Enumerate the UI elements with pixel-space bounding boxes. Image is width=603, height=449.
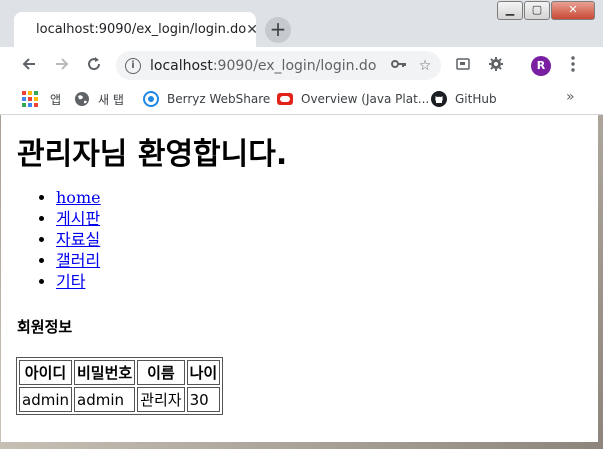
reload-icon[interactable] <box>83 55 105 77</box>
cell-age: 30 <box>186 387 221 412</box>
menu-item: 갤러리 <box>56 250 101 271</box>
cast-icon[interactable] <box>453 56 473 76</box>
tab-title: localhost:9090/ex_login/login.do <box>36 22 247 37</box>
menu-link-etc[interactable]: 기타 <box>56 272 85 291</box>
bookmarks-more-button[interactable]: » <box>566 89 575 105</box>
column-header-name: 이름 <box>137 360 185 385</box>
browser-window: localhost:9090/ex_login/login.do ✕ + ▁ ▢… <box>0 0 603 449</box>
table-header-row: 아이디 비밀번호 이름 나이 <box>19 360 221 385</box>
apps-grid-icon <box>22 91 38 107</box>
bookmark-new-tab[interactable]: 새 탭 <box>74 89 124 109</box>
window-controls: ▁ ▢ ✕ <box>496 1 595 21</box>
tab-strip: localhost:9090/ex_login/login.do ✕ + ▁ ▢… <box>0 0 603 47</box>
section-title: 회원정보 <box>17 318 73 336</box>
back-arrow-icon[interactable] <box>18 55 40 77</box>
menu-link-gallery[interactable]: 갤러리 <box>56 251 100 270</box>
kebab-menu-icon[interactable] <box>563 56 583 76</box>
table-row: admin admin 관리자 30 <box>19 387 221 412</box>
nav-menu: home 게시판 자료실 갤러리 기타 <box>16 187 101 292</box>
browser-toolbar: i localhost:9090/ex_login/login.do ☆ R <box>0 47 603 85</box>
column-header-password: 비밀번호 <box>74 360 136 385</box>
new-tab-button[interactable]: + <box>265 17 291 43</box>
bookmark-apps[interactable]: 앱 <box>22 89 61 109</box>
bookmark-berryz[interactable]: Berryz WebShare <box>143 89 270 109</box>
bookmarks-bar: 앱 새 탭 Berryz WebShare Overview (Java Pla… <box>0 85 603 115</box>
profile-avatar[interactable]: R <box>531 56 551 76</box>
close-tab-icon[interactable]: ✕ <box>246 22 258 38</box>
cell-password: admin <box>74 387 136 412</box>
bookmark-github[interactable]: GitHub <box>431 89 497 109</box>
cell-id: admin <box>19 387 72 412</box>
globe-icon <box>75 92 89 106</box>
forward-arrow-icon[interactable] <box>51 55 73 77</box>
bookmark-overview-java[interactable]: Overview (Java Plat... <box>277 89 429 109</box>
menu-item: 자료실 <box>56 229 101 250</box>
menu-link-home[interactable]: home <box>56 188 101 207</box>
menu-link-board[interactable]: 게시판 <box>56 209 100 228</box>
bookmark-label: Berryz WebShare <box>167 92 271 106</box>
bookmark-label: GitHub <box>455 92 497 106</box>
maximize-button[interactable]: ▢ <box>524 1 550 20</box>
column-header-age: 나이 <box>186 360 221 385</box>
bookmark-label: Overview (Java Plat... <box>301 92 430 106</box>
column-header-id: 아이디 <box>19 360 72 385</box>
address-bar[interactable]: i localhost:9090/ex_login/login.do ☆ <box>116 51 441 80</box>
page-title: 관리자님 환영합니다. <box>17 137 288 172</box>
url-host: localhost <box>150 57 213 74</box>
star-icon[interactable]: ☆ <box>415 58 435 74</box>
key-icon[interactable] <box>389 58 409 74</box>
browser-tab[interactable]: localhost:9090/ex_login/login.do ✕ <box>14 12 258 47</box>
bookmark-label: 새 탭 <box>98 92 124 107</box>
close-window-button[interactable]: ✕ <box>551 1 595 20</box>
github-icon <box>431 91 447 107</box>
cell-name: 관리자 <box>137 387 185 412</box>
oracle-icon <box>277 93 293 105</box>
member-info-table: 아이디 비밀번호 이름 나이 admin admin 관리자 30 <box>16 357 224 415</box>
url-text: localhost:9090/ex_login/login.do <box>150 58 389 74</box>
minimize-button[interactable]: ▁ <box>497 1 523 20</box>
menu-item: 기타 <box>56 271 101 292</box>
site-info-icon[interactable]: i <box>125 57 141 74</box>
menu-item: 게시판 <box>56 208 101 229</box>
extension-gear-icon[interactable] <box>486 56 506 76</box>
menu-link-archive[interactable]: 자료실 <box>56 230 100 249</box>
menu-item: home <box>56 187 101 208</box>
page-content: 관리자님 환영합니다. home 게시판 자료실 갤러리 기타 회원정보 아이디… <box>1 115 598 442</box>
bookmark-label: 앱 <box>50 92 62 107</box>
url-path: :9090/ex_login/login.do <box>212 57 377 74</box>
berryz-icon <box>143 91 159 107</box>
